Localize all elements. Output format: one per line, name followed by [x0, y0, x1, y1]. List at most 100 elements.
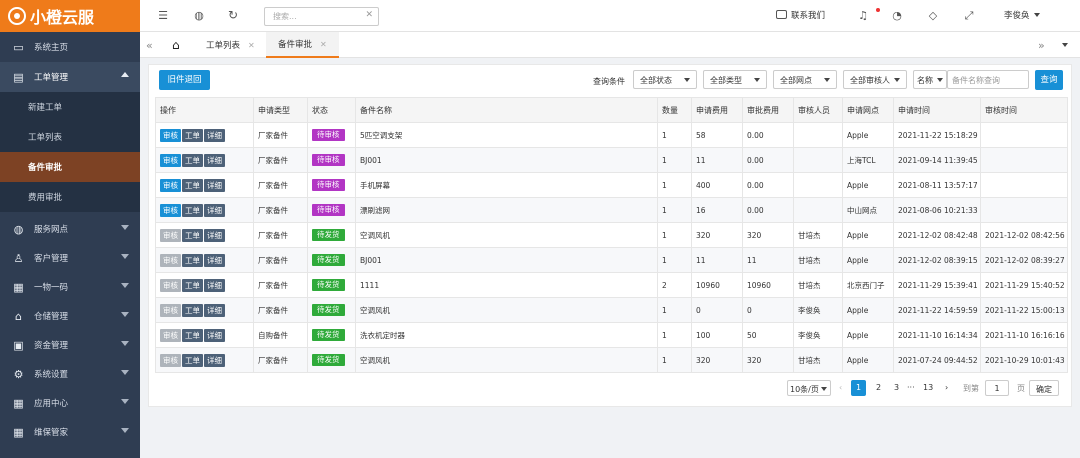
sidebar-subitem-new-order[interactable]: 新建工单 — [0, 92, 140, 122]
details-button[interactable]: 详细 — [204, 128, 225, 142]
chevron-down-icon — [121, 370, 129, 375]
column-header: 申请类型 — [253, 97, 308, 123]
close-icon[interactable]: ✕ — [248, 41, 255, 50]
tab-parts-approval[interactable]: 备件审批 ✕ — [266, 32, 339, 58]
globe-icon[interactable]: ◍ — [192, 9, 206, 22]
branch-filter-select[interactable]: 全部网点 — [773, 70, 837, 89]
field-select[interactable]: 名称 — [913, 70, 947, 89]
review-button[interactable]: 审核 — [160, 353, 181, 367]
review-button[interactable]: 审核 — [160, 178, 181, 192]
sidebar-item-maintenance[interactable]: ▦ 维保管家 — [0, 418, 140, 446]
clear-icon[interactable]: ✕ — [365, 10, 373, 20]
sidebar-subitem-order-list[interactable]: 工单列表 — [0, 122, 140, 152]
review-button[interactable]: 审核 — [160, 253, 181, 267]
page-13[interactable]: 13 — [919, 380, 937, 396]
sidebar-item-finance[interactable]: ▣ 资金管理 — [0, 331, 140, 359]
tabs-scroll-left-icon[interactable]: « — [146, 32, 153, 58]
work-order-button[interactable]: 工单 — [182, 128, 203, 142]
reviewer-cell: 李俊奂 — [793, 297, 843, 323]
caret-down-icon — [894, 78, 900, 82]
work-order-button[interactable]: 工单 — [182, 303, 203, 317]
sidebar-subitem-fee-approval[interactable]: 费用审批 — [0, 182, 140, 212]
apply-type-cell: 厂家备件 — [253, 347, 308, 373]
details-button[interactable]: 详细 — [204, 178, 225, 192]
next-page-icon[interactable]: › — [941, 380, 952, 396]
sidebar-item-warehouse[interactable]: ⌂ 仓储管理 — [0, 302, 140, 330]
sidebar-item-app-center[interactable]: ▦ 应用中心 — [0, 389, 140, 417]
review-button[interactable]: 审核 — [160, 153, 181, 167]
parts-name-search-input[interactable]: 备件名称查询 — [947, 70, 1029, 89]
user-menu[interactable]: 李俊奂 — [1004, 9, 1040, 21]
page-size-select[interactable]: 10条/页 — [787, 380, 831, 396]
goto-page-input[interactable]: 1 — [985, 380, 1009, 396]
fullscreen-icon[interactable]: ⤢ — [962, 9, 976, 23]
review-button[interactable]: 审核 — [160, 203, 181, 217]
details-button[interactable]: 详细 — [204, 303, 225, 317]
sidebar-item-workorder[interactable]: ▤ 工单管理 — [0, 62, 140, 92]
work-order-button[interactable]: 工单 — [182, 228, 203, 242]
review-button[interactable]: 审核 — [160, 228, 181, 242]
review-button[interactable]: 审核 — [160, 278, 181, 292]
tabs-scroll-right-icon[interactable]: » — [1038, 32, 1045, 58]
sidebar-item-home[interactable]: ▭ 系统主页 — [0, 32, 140, 62]
reviewer-filter-select[interactable]: 全部审核人 — [843, 70, 907, 89]
tabs-menu-icon[interactable] — [1062, 32, 1068, 58]
bank-icon: ⌂ — [15, 309, 22, 323]
tab-order-list[interactable]: 工单列表 ✕ — [206, 32, 255, 58]
bell-icon[interactable]: ♫ — [856, 9, 870, 22]
details-button[interactable]: 详细 — [204, 253, 225, 267]
column-header: 审批费用 — [742, 97, 794, 123]
confirm-page-button[interactable]: 确定 — [1029, 380, 1059, 396]
details-button[interactable]: 详细 — [204, 353, 225, 367]
sidebar-item-service-point[interactable]: ◍ 服务网点 — [0, 215, 140, 243]
contact-us-link[interactable]: 联系我们 — [776, 9, 825, 21]
return-old-parts-button[interactable]: 旧件退回 — [159, 70, 210, 90]
quantity-cell: 1 — [657, 147, 692, 173]
status-badge: 待发货 — [312, 304, 345, 316]
details-button[interactable]: 详细 — [204, 278, 225, 292]
refresh-icon[interactable]: ↻ — [226, 8, 240, 22]
details-button[interactable]: 详细 — [204, 153, 225, 167]
search-input[interactable]: 搜索... ✕ — [264, 7, 379, 26]
status-filter-select[interactable]: 全部状态 — [633, 70, 697, 89]
tag-icon[interactable]: ◇ — [926, 9, 940, 22]
query-button[interactable]: 查询 — [1035, 70, 1063, 90]
work-order-button[interactable]: 工单 — [182, 353, 203, 367]
review-button[interactable]: 审核 — [160, 128, 181, 142]
menu-toggle-icon[interactable]: ☰ — [156, 9, 170, 22]
review-button[interactable]: 审核 — [160, 303, 181, 317]
close-icon[interactable]: ✕ — [320, 40, 327, 49]
details-button[interactable]: 详细 — [204, 203, 225, 217]
work-order-button[interactable]: 工单 — [182, 253, 203, 267]
type-filter-select[interactable]: 全部类型 — [703, 70, 767, 89]
work-order-button[interactable]: 工单 — [182, 328, 203, 342]
work-order-button[interactable]: 工单 — [182, 153, 203, 167]
details-button[interactable]: 详细 — [204, 228, 225, 242]
globe-icon: ◍ — [13, 222, 24, 236]
page-1[interactable]: 1 — [851, 380, 867, 396]
details-button[interactable]: 详细 — [204, 328, 225, 342]
palette-icon[interactable]: ◔ — [890, 9, 904, 22]
sidebar-subitem-parts-approval[interactable]: 备件审批 — [0, 152, 140, 182]
column-header: 操作 — [155, 97, 254, 123]
apply-time-cell: 2021-11-10 16:14:34 — [893, 322, 981, 348]
logo[interactable]: 小橙云服 — [0, 0, 140, 32]
sidebar-item-settings[interactable]: ⚙ 系统设置 — [0, 360, 140, 388]
table-row: 审核 工单 详细 厂家备件 待审核 手机屏幕 1 400 0.00 Apple 2021-08-11… — [155, 172, 1068, 198]
work-order-button[interactable]: 工单 — [182, 278, 203, 292]
status-badge: 待发货 — [312, 229, 345, 241]
work-order-button[interactable]: 工单 — [182, 178, 203, 192]
status-badge: 待发货 — [312, 354, 345, 366]
sidebar-item-customer[interactable]: ♙ 客户管理 — [0, 244, 140, 272]
work-order-button[interactable]: 工单 — [182, 203, 203, 217]
prev-page-icon[interactable]: ‹ — [835, 380, 846, 396]
sidebar-item-one-code[interactable]: ▦ 一物一码 — [0, 273, 140, 301]
page-2[interactable]: 2 — [872, 380, 885, 396]
quantity-cell: 1 — [657, 297, 692, 323]
table-header-row: 操作 申请类型 状态 备件名称 数量 申请费用 审批费用 审核人员 申请网点 申… — [155, 97, 1068, 123]
page-3[interactable]: 3 — [890, 380, 903, 396]
actions-cell: 审核 工单 详细 — [155, 197, 254, 223]
review-button[interactable]: 审核 — [160, 328, 181, 342]
quantity-cell: 1 — [657, 172, 692, 198]
home-icon[interactable]: ⌂ — [172, 32, 180, 58]
